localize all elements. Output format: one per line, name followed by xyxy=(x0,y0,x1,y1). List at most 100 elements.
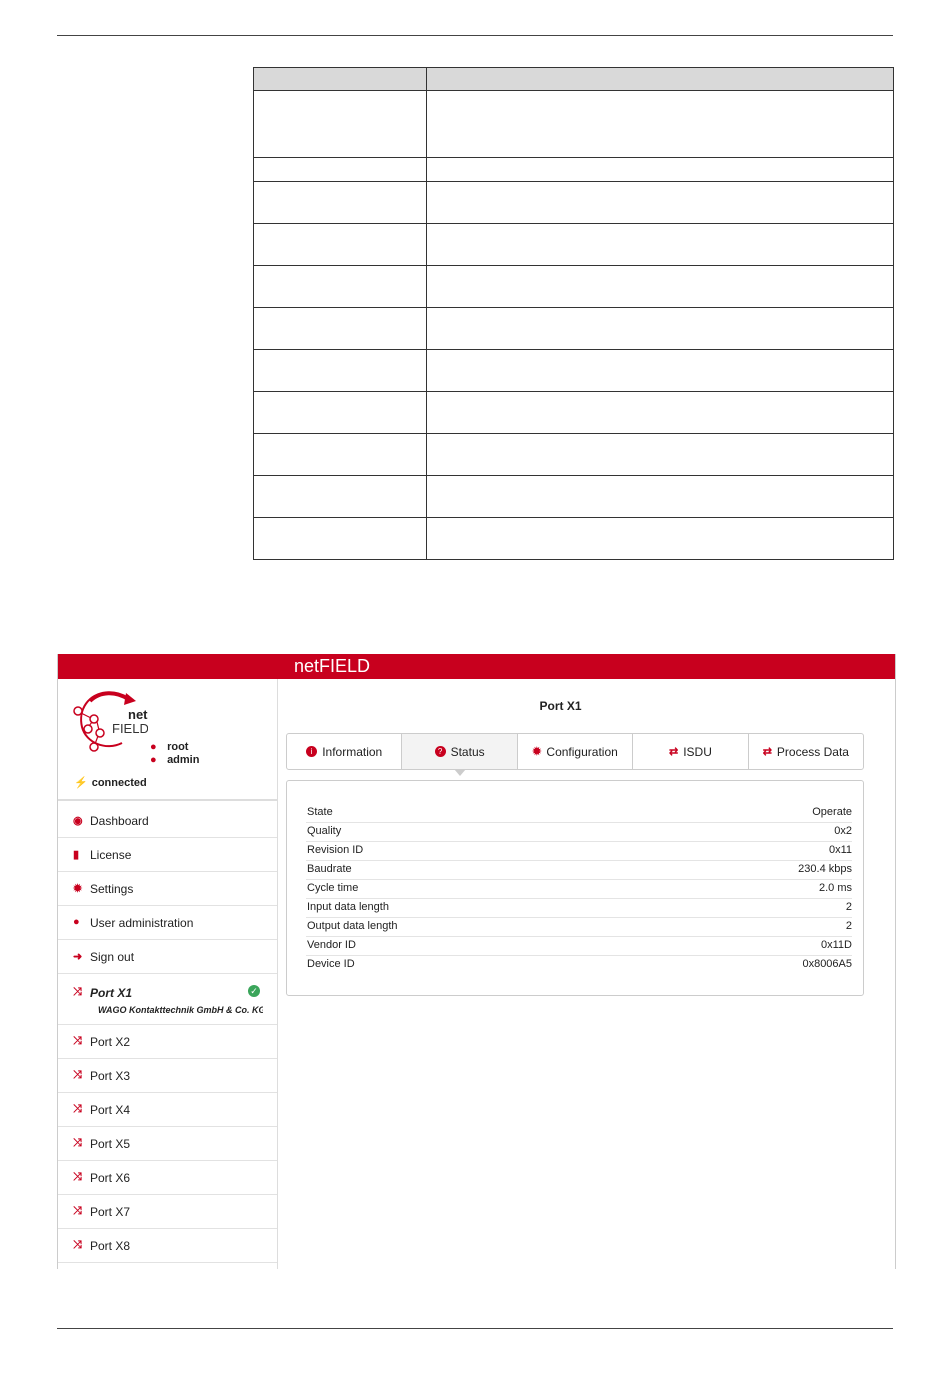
doc-table-header-cell xyxy=(253,67,427,91)
doc-table-row xyxy=(253,181,894,224)
nav-settings[interactable]: ✹ Settings xyxy=(58,872,277,906)
tab-isdu[interactable]: ⇄ ISDU xyxy=(633,734,749,769)
shuffle-icon: ⤨ xyxy=(73,1035,82,1047)
users-icon: ● xyxy=(73,916,80,928)
doc-table-cell xyxy=(426,475,894,518)
nav-label: Port X7 xyxy=(90,1205,131,1219)
doc-table-cell xyxy=(426,265,894,308)
status-row: Input data length 2 xyxy=(306,898,852,918)
book-icon: ▮ xyxy=(73,849,80,861)
shuffle-icon: ⤨ xyxy=(73,1069,82,1081)
nav-license[interactable]: ▮ License xyxy=(58,838,277,872)
doc-table-cell xyxy=(426,223,894,266)
status-row: Output data length 2 xyxy=(306,917,852,937)
doc-table-cell xyxy=(426,307,894,350)
nav-port-x2[interactable]: ⤨ Port X2 xyxy=(58,1025,277,1059)
status-key: Revision ID xyxy=(307,844,364,856)
tab-process-data[interactable]: ⇄ Process Data xyxy=(749,734,863,769)
doc-table-row xyxy=(253,391,894,434)
tab-information[interactable]: i Information xyxy=(287,734,403,769)
nav-dashboard[interactable]: ◉ Dashboard xyxy=(58,804,277,838)
status-row: Cycle time 2.0 ms xyxy=(306,879,852,899)
doc-table-header-cell xyxy=(426,67,894,91)
user-role: admin xyxy=(167,754,200,766)
doc-table-row xyxy=(253,475,894,518)
nav-port-x5[interactable]: ⤨ Port X5 xyxy=(58,1127,277,1161)
shuffle-icon: ⤨ xyxy=(73,986,82,998)
user-name: root xyxy=(167,741,189,753)
status-key: State xyxy=(307,806,333,818)
nav-label: Settings xyxy=(90,882,134,896)
nav-port-x7[interactable]: ⤨ Port X7 xyxy=(58,1195,277,1229)
doc-table-cell xyxy=(253,517,427,560)
logo-text-field: FIELD xyxy=(112,721,148,736)
status-value: 230.4 kbps xyxy=(798,863,852,875)
status-key: Cycle time xyxy=(307,882,359,894)
doc-table-cell xyxy=(426,90,894,158)
nav-user-administration[interactable]: ● User administration xyxy=(58,906,277,940)
shuffle-icon: ⤨ xyxy=(73,1239,82,1251)
tab-label: ISDU xyxy=(683,744,712,759)
info-icon: i xyxy=(306,746,318,757)
nav-label: Port X8 xyxy=(90,1239,131,1253)
doc-table-cell xyxy=(426,349,894,392)
doc-table-row xyxy=(253,157,894,182)
shuffle-icon: ⤨ xyxy=(73,1103,82,1115)
top-bar: netFIELD xyxy=(58,654,895,679)
gear-icon: ✹ xyxy=(532,746,542,758)
doc-table-cell xyxy=(426,517,894,560)
exchange-icon: ⇄ xyxy=(668,746,679,758)
status-row: Revision ID 0x11 xyxy=(306,841,852,861)
main-content: Port X1 i Information ? Status ✹ Configurat… xyxy=(278,679,895,1269)
user-plus-icon: ● xyxy=(150,754,157,766)
sidebar-header: net FIELD ● root ● admin ⚡ connected xyxy=(58,679,277,801)
connection-status: ⚡ connected xyxy=(74,776,147,789)
logo-text-net: net xyxy=(128,707,148,722)
check-circle-icon: ✓ xyxy=(248,985,260,997)
doc-table-row xyxy=(253,90,894,158)
tab-status[interactable]: ? Status xyxy=(402,734,518,776)
status-row: Quality 0x2 xyxy=(306,822,852,842)
nav-port-x1[interactable]: ⤨ Port X1 ✓ WAGO Kontakttechnik GmbH & C… xyxy=(58,974,277,1025)
nav-label: License xyxy=(90,848,132,862)
status-value: 0x8006A5 xyxy=(802,958,852,970)
nav-port-x4[interactable]: ⤨ Port X4 xyxy=(58,1093,277,1127)
status-value: 0x2 xyxy=(834,825,852,837)
nav-label: Port X4 xyxy=(90,1103,131,1117)
brand-title: netFIELD xyxy=(294,656,371,676)
connection-status-label: connected xyxy=(91,777,147,789)
nav-port-x8[interactable]: ⤨ Port X8 xyxy=(58,1229,277,1263)
netfield-logo: net FIELD xyxy=(73,691,148,752)
doc-table-row xyxy=(253,223,894,266)
status-value: 0x11D xyxy=(821,939,852,951)
doc-table-cell xyxy=(426,157,894,182)
nav-sign-out[interactable]: ➜ Sign out xyxy=(58,940,277,974)
status-value: 2 xyxy=(845,901,852,913)
user-role-row: ● admin xyxy=(150,754,199,766)
sign-out-icon: ➜ xyxy=(73,951,83,963)
doc-table-row xyxy=(253,349,894,392)
nav-label: Port X5 xyxy=(90,1137,131,1151)
status-value: 2.0 ms xyxy=(818,882,852,894)
status-key: Baudrate xyxy=(307,863,352,875)
doc-table-row xyxy=(253,517,894,560)
doc-table-cell xyxy=(253,349,427,392)
status-key: Quality xyxy=(307,825,342,837)
status-row: Vendor ID 0x11D xyxy=(306,936,852,956)
doc-table-row xyxy=(253,265,894,308)
doc-table-cell xyxy=(426,391,894,434)
doc-table-cell xyxy=(426,181,894,224)
user-icon: ● xyxy=(150,741,157,753)
tab-bar: i Information ? Status ✹ Configuration ⇄ ISD… xyxy=(286,733,864,776)
doc-table-cell xyxy=(253,90,427,158)
nav-port-x3[interactable]: ⤨ Port X3 xyxy=(58,1059,277,1093)
doc-table-cell xyxy=(253,223,427,266)
nav-label: Dashboard xyxy=(90,814,149,828)
nav-label: Port X2 xyxy=(90,1035,131,1049)
status-value: 0x11 xyxy=(828,844,852,856)
status-value: 2 xyxy=(845,920,852,932)
nav-port-x6[interactable]: ⤨ Port X6 xyxy=(58,1161,277,1195)
tab-configuration[interactable]: ✹ Configuration xyxy=(518,734,634,769)
doc-table-cell xyxy=(253,475,427,518)
status-row: State Operate xyxy=(306,803,852,823)
